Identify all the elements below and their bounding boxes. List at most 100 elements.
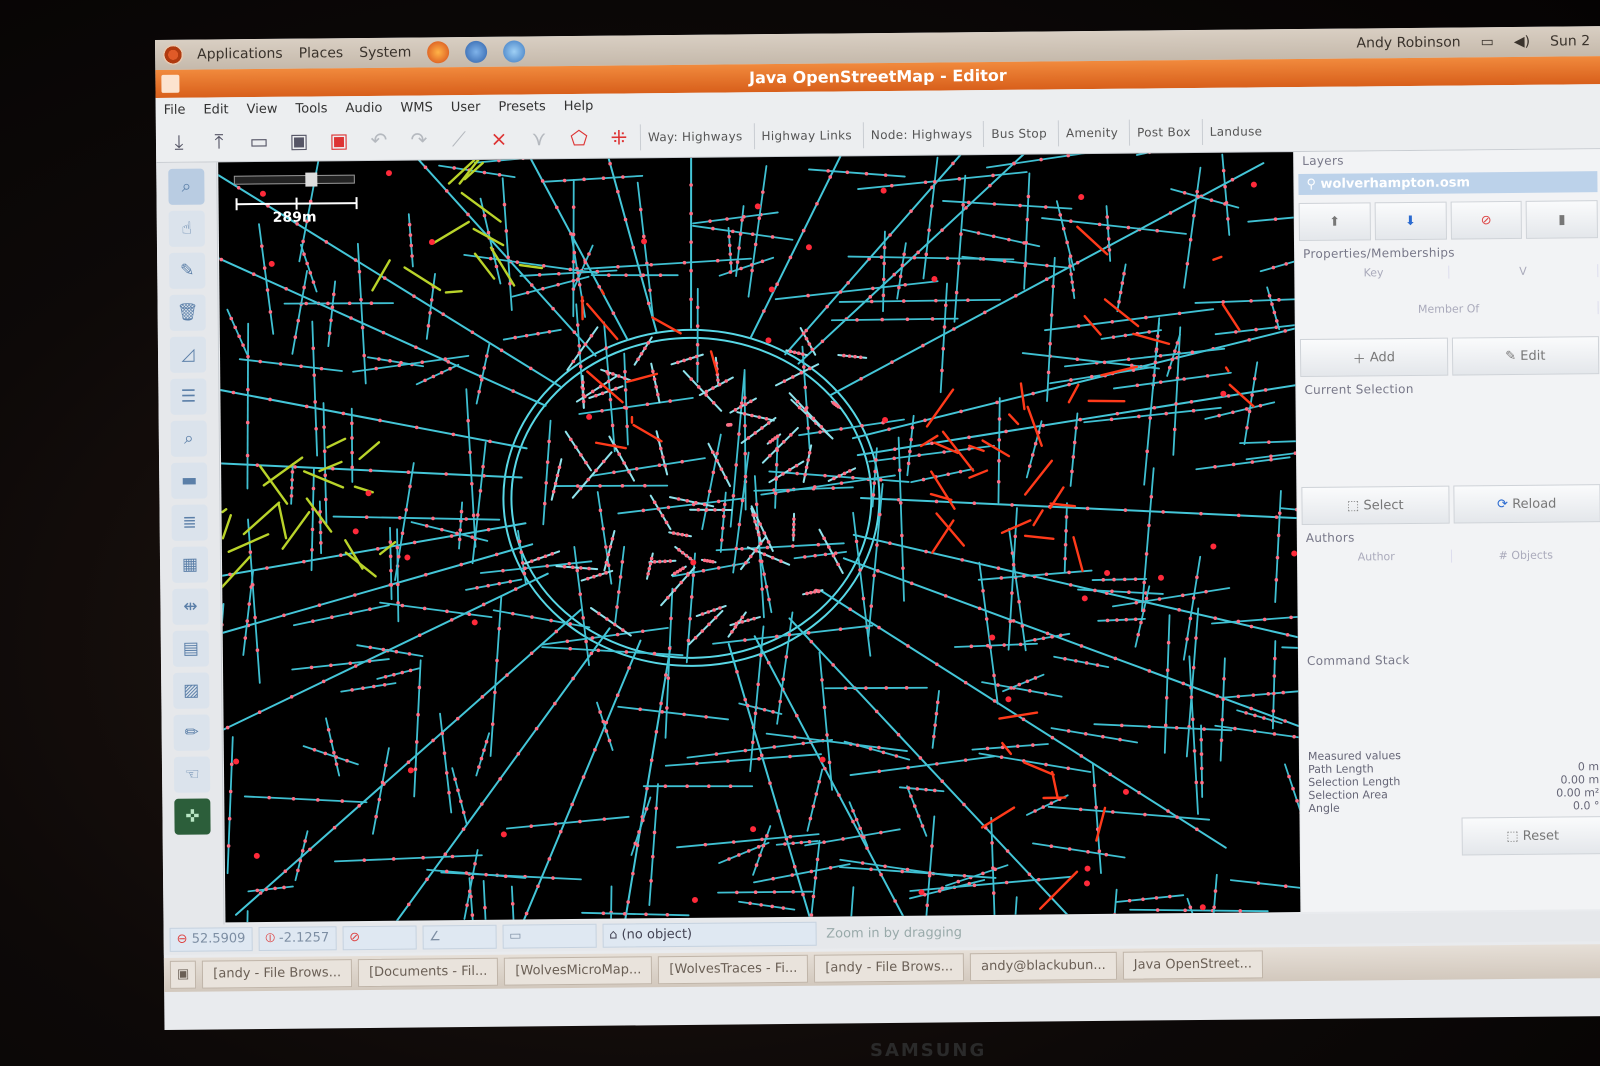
map-node[interactable] xyxy=(757,533,761,537)
map-node[interactable] xyxy=(703,842,708,847)
map-node[interactable] xyxy=(754,502,759,507)
map-node[interactable] xyxy=(486,583,490,588)
map-node[interactable] xyxy=(557,465,562,470)
map-node[interactable] xyxy=(490,722,495,727)
map-node[interactable] xyxy=(255,888,260,893)
map-node[interactable] xyxy=(1244,407,1249,411)
map-node[interactable] xyxy=(1247,338,1252,342)
poi-node[interactable] xyxy=(880,187,887,194)
street-way[interactable] xyxy=(1245,443,1301,461)
map-node[interactable] xyxy=(536,556,541,561)
map-node[interactable] xyxy=(803,408,808,412)
map-node[interactable] xyxy=(788,349,793,354)
map-node[interactable] xyxy=(341,411,346,416)
map-node[interactable] xyxy=(431,516,435,521)
map-node[interactable] xyxy=(1191,408,1196,413)
map-node[interactable] xyxy=(711,401,716,405)
map-node[interactable] xyxy=(695,761,699,766)
map-node[interactable] xyxy=(854,817,859,822)
map-node[interactable] xyxy=(652,377,657,381)
map-node[interactable] xyxy=(444,869,449,874)
street-way[interactable] xyxy=(664,587,674,739)
map-node[interactable] xyxy=(1166,640,1171,645)
map-node[interactable] xyxy=(1167,365,1172,370)
edit-button[interactable]: ✎ Edit xyxy=(1451,336,1600,376)
poi-node[interactable] xyxy=(1083,880,1090,887)
map-node[interactable] xyxy=(562,564,567,569)
window-menu-icon[interactable] xyxy=(161,74,180,93)
map-node[interactable] xyxy=(1272,732,1277,736)
map-node[interactable] xyxy=(383,763,388,768)
map-node[interactable] xyxy=(716,378,720,382)
map-node[interactable] xyxy=(760,587,764,591)
map-node[interactable] xyxy=(686,638,691,643)
road-way[interactable] xyxy=(747,152,940,339)
map-node[interactable] xyxy=(1157,597,1162,601)
task-item[interactable]: Java OpenStreet... xyxy=(1122,950,1264,980)
map-node[interactable] xyxy=(1002,643,1007,647)
map-node[interactable] xyxy=(505,673,509,677)
map-node[interactable] xyxy=(781,677,786,682)
map-node[interactable] xyxy=(664,520,669,525)
map-node[interactable] xyxy=(300,848,305,853)
map-node[interactable] xyxy=(1025,679,1030,684)
map-node[interactable] xyxy=(452,166,456,170)
map-node[interactable] xyxy=(682,358,686,363)
street-way[interactable] xyxy=(465,388,477,548)
map-node[interactable] xyxy=(943,594,948,598)
map-node[interactable] xyxy=(616,264,620,269)
map-node[interactable] xyxy=(661,455,665,459)
map-node[interactable] xyxy=(731,494,736,498)
map-node[interactable] xyxy=(654,730,659,734)
map-node[interactable] xyxy=(329,739,334,744)
map-node[interactable] xyxy=(737,246,741,250)
map-node[interactable] xyxy=(991,866,995,870)
map-node[interactable] xyxy=(1181,681,1186,686)
map-node[interactable] xyxy=(467,889,472,894)
map-node[interactable] xyxy=(967,435,971,440)
map-node[interactable] xyxy=(641,818,645,823)
map-node[interactable] xyxy=(1118,290,1123,295)
map-node[interactable] xyxy=(443,357,448,361)
map-node[interactable] xyxy=(350,465,354,470)
map-node[interactable] xyxy=(663,673,668,677)
gps-trace[interactable] xyxy=(221,508,228,514)
town-street[interactable] xyxy=(740,416,777,444)
map-node[interactable] xyxy=(737,522,742,527)
map-node[interactable] xyxy=(801,892,805,897)
map-node[interactable] xyxy=(1174,726,1179,730)
map-node[interactable] xyxy=(627,666,631,670)
map-node[interactable] xyxy=(612,470,616,475)
map-node[interactable] xyxy=(1274,319,1279,323)
map-node[interactable] xyxy=(854,539,859,544)
map-node[interactable] xyxy=(268,310,273,314)
map-node[interactable] xyxy=(842,353,846,358)
map-node[interactable] xyxy=(622,911,627,916)
map-node[interactable] xyxy=(1199,511,1203,516)
map-node[interactable] xyxy=(1093,588,1097,593)
map-node[interactable] xyxy=(1283,329,1288,333)
map-node[interactable] xyxy=(273,886,277,891)
map-node[interactable] xyxy=(921,343,925,348)
map-node[interactable] xyxy=(648,561,653,566)
map-node[interactable] xyxy=(575,323,580,327)
map-node[interactable] xyxy=(361,686,365,690)
poi-node[interactable] xyxy=(268,260,275,267)
map-node[interactable] xyxy=(803,472,807,477)
map-node[interactable] xyxy=(972,883,977,888)
map-node[interactable] xyxy=(805,591,809,596)
map-node[interactable] xyxy=(1221,697,1225,702)
map-node[interactable] xyxy=(353,593,357,597)
map-node[interactable] xyxy=(464,871,469,875)
map-node[interactable] xyxy=(916,814,921,818)
map-node[interactable] xyxy=(497,173,502,177)
map-node[interactable] xyxy=(334,755,338,759)
map-node[interactable] xyxy=(1164,411,1168,416)
map-node[interactable] xyxy=(959,232,963,236)
map-node[interactable] xyxy=(890,183,894,188)
map-node[interactable] xyxy=(761,190,765,194)
map-node[interactable] xyxy=(859,376,863,381)
map-node[interactable] xyxy=(634,466,639,471)
map-node[interactable] xyxy=(815,857,820,862)
map-node[interactable] xyxy=(1123,333,1128,338)
